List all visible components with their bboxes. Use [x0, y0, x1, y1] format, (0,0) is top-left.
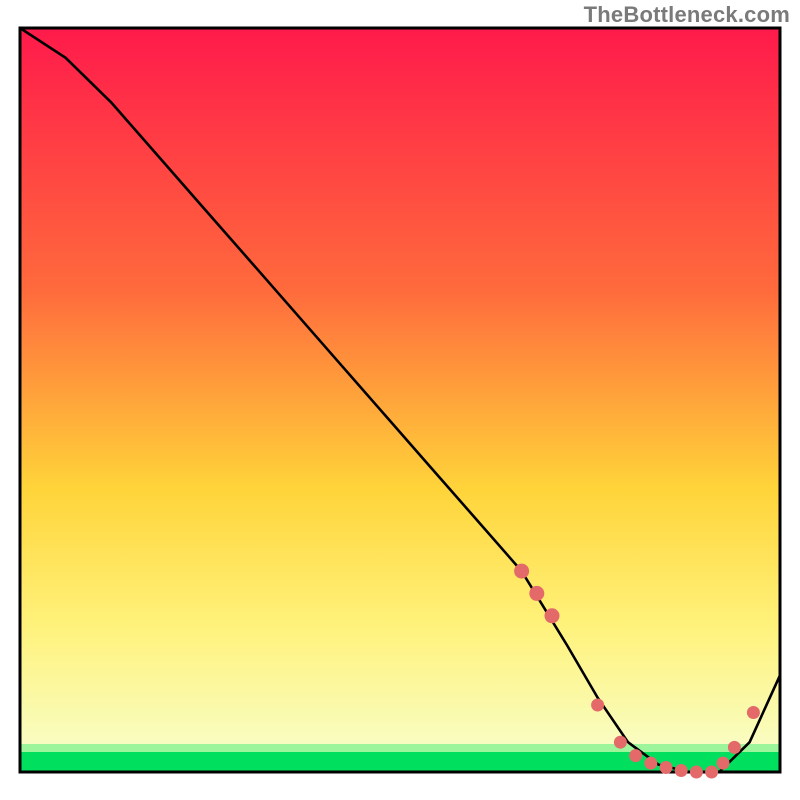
green-band-fade: [20, 744, 780, 752]
highlight-dot: [717, 757, 730, 770]
watermark-text: TheBottleneck.com: [584, 2, 790, 28]
highlight-dot: [514, 564, 529, 579]
chart-svg: [0, 0, 800, 800]
highlight-dot: [545, 608, 560, 623]
highlight-dot: [591, 699, 604, 712]
highlight-dot: [629, 749, 642, 762]
highlight-dot: [747, 706, 760, 719]
highlight-dot: [690, 766, 703, 779]
highlight-dot: [614, 736, 627, 749]
highlight-dot: [644, 757, 657, 770]
plot-background: [20, 28, 780, 772]
highlight-dot: [705, 766, 718, 779]
highlight-dot: [675, 764, 688, 777]
highlight-dot: [660, 761, 673, 774]
highlight-dot: [728, 741, 741, 754]
chart-container: TheBottleneck.com: [0, 0, 800, 800]
highlight-dot: [529, 586, 544, 601]
